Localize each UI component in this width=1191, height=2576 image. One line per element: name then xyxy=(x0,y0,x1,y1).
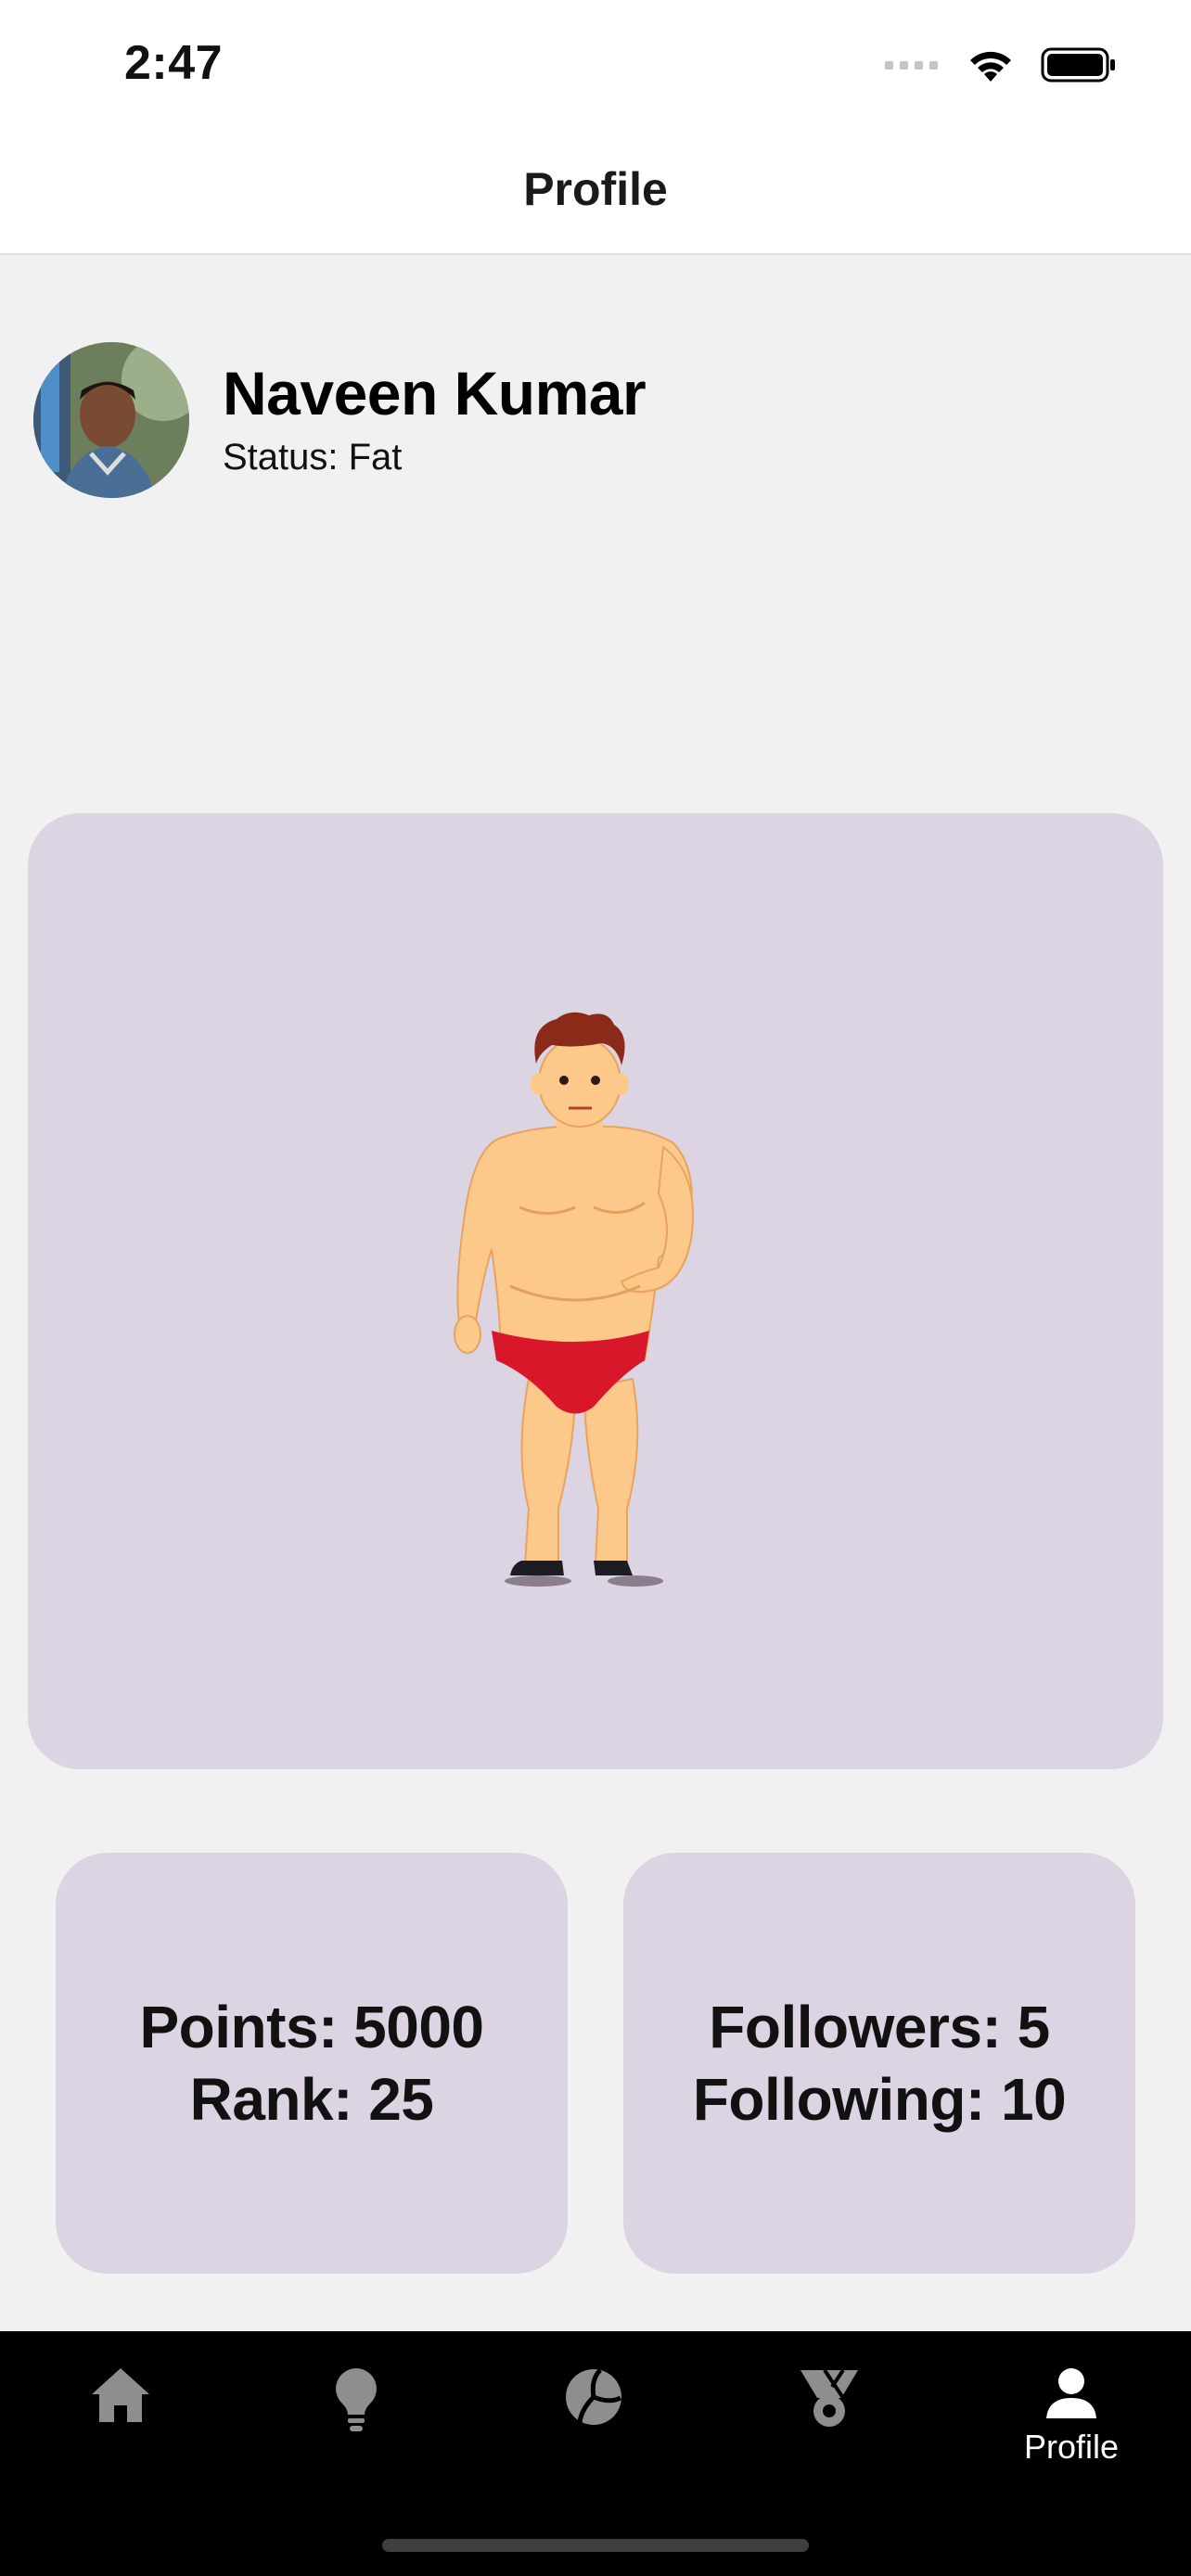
tab-tips[interactable] xyxy=(263,2366,449,2478)
tab-profile-label: Profile xyxy=(1023,2428,1120,2466)
wifi-icon xyxy=(970,51,1011,82)
followers-value: Followers: 5 xyxy=(709,1994,1050,2060)
user-name: Naveen Kumar xyxy=(223,358,647,427)
avatar-photo-icon xyxy=(33,342,189,498)
tab-achievements[interactable] xyxy=(736,2366,922,2478)
profile-header: Naveen Kumar Status: Fat xyxy=(33,341,647,499)
status-time: 2:47 xyxy=(124,36,224,90)
status-bar: 2:47 xyxy=(0,0,1191,130)
user-status: Status: Fat xyxy=(223,436,403,478)
status-icons xyxy=(885,46,1117,83)
body-status-card xyxy=(28,813,1163,1769)
home-icon xyxy=(92,2368,149,2422)
person-icon xyxy=(1046,2368,1096,2418)
body-figure-illustration xyxy=(454,1012,694,1587)
avatar[interactable] xyxy=(33,342,189,498)
tab-sports[interactable] xyxy=(501,2366,686,2478)
page-title: Profile xyxy=(523,162,668,215)
user-info: Naveen Kumar Status: Fat xyxy=(223,358,647,478)
navigation-header: Profile xyxy=(0,130,1191,255)
rank-value: Rank: 25 xyxy=(189,2066,434,2133)
medal-icon xyxy=(800,2368,858,2427)
home-indicator[interactable] xyxy=(382,2539,809,2552)
signal-dots-icon xyxy=(885,61,938,70)
following-value: Following: 10 xyxy=(692,2066,1067,2133)
followers-card[interactable]: Followers: 5 Following: 10 xyxy=(623,1853,1135,2274)
points-rank-card: Points: 5000 Rank: 25 xyxy=(56,1853,568,2274)
lightbulb-icon xyxy=(336,2368,377,2431)
battery-icon xyxy=(1041,47,1115,83)
points-value: Points: 5000 xyxy=(139,1994,484,2060)
tab-profile[interactable]: Profile xyxy=(979,2366,1164,2478)
tab-home[interactable] xyxy=(28,2366,213,2478)
volleyball-icon xyxy=(566,2368,622,2425)
